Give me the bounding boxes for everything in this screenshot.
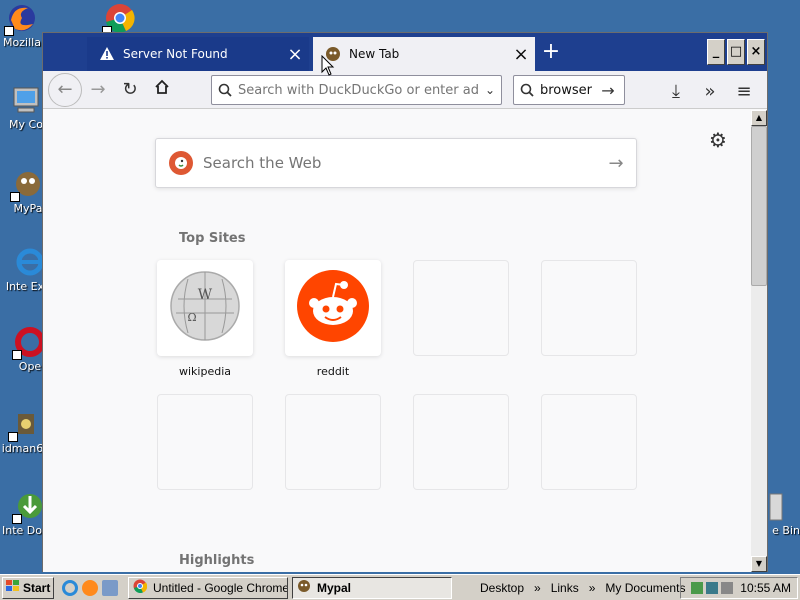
- arrow-left-icon: ←: [57, 79, 73, 100]
- double-chevron-icon[interactable]: »: [534, 581, 541, 595]
- menu-button[interactable]: ≡: [729, 75, 759, 107]
- navigation-toolbar: ← → ↻ ⌄ → ⤓ » ≡: [43, 71, 767, 109]
- tab-close-icon[interactable]: ×: [507, 44, 535, 65]
- window-controls: _ □ ×: [707, 39, 765, 65]
- minimize-button[interactable]: _: [707, 39, 725, 65]
- tray-app-icon[interactable]: [706, 582, 719, 594]
- maximize-button[interactable]: □: [727, 39, 745, 65]
- close-window-button[interactable]: ×: [747, 39, 765, 65]
- hamburger-icon: ≡: [736, 80, 752, 102]
- browser-window: Server Not Found × New Tab × + _ □ × ← →…: [42, 32, 768, 572]
- task-label: Mypal: [317, 580, 352, 595]
- task-label: Untitled - Google Chrome: [153, 580, 288, 595]
- tray-network-icon[interactable]: [691, 582, 704, 594]
- mypal-icon: [10, 168, 44, 202]
- web-search-box[interactable]: →: [155, 138, 637, 188]
- tab-new-tab[interactable]: New Tab ×: [313, 37, 535, 71]
- internet-explorer-icon[interactable]: [62, 579, 78, 596]
- reload-icon: ↻: [122, 79, 138, 100]
- arrow-right-icon[interactable]: →: [596, 153, 636, 174]
- system-tray: 10:55 AM: [680, 577, 798, 599]
- warning-icon: [99, 46, 115, 62]
- back-button[interactable]: ←: [48, 72, 82, 107]
- chevron-down-icon[interactable]: ⌄: [479, 83, 501, 97]
- settings-icon[interactable]: [102, 579, 118, 596]
- recycle-bin-icon: [768, 490, 784, 522]
- url-bar[interactable]: ⌄: [211, 75, 502, 105]
- tab-close-icon[interactable]: ×: [281, 44, 309, 65]
- search-icon: [212, 83, 238, 97]
- top-site-empty: [541, 394, 637, 490]
- quick-launch: [62, 579, 128, 596]
- double-chevron-icon: »: [704, 80, 716, 102]
- tab-title: New Tab: [349, 47, 400, 61]
- downloads-button[interactable]: ⤓: [661, 75, 691, 107]
- tab-server-not-found[interactable]: Server Not Found ×: [87, 37, 309, 71]
- start-label: Start: [23, 580, 51, 595]
- top-site-empty: [413, 394, 509, 490]
- desktop-icon-chrome[interactable]: [90, 2, 150, 36]
- top-site-reddit[interactable]: [285, 260, 381, 356]
- task-google-chrome[interactable]: Untitled - Google Chrome: [128, 576, 288, 599]
- search-go-button[interactable]: →: [594, 81, 622, 100]
- firefox-icon[interactable]: [82, 579, 98, 596]
- toolbar-link-desktop[interactable]: Desktop: [480, 581, 524, 595]
- start-button[interactable]: Start: [2, 576, 54, 599]
- tab-title: Server Not Found: [123, 47, 228, 61]
- reddit-icon: [296, 269, 370, 347]
- installer-icon: [8, 408, 42, 442]
- computer-icon: [10, 84, 42, 116]
- tray-volume-icon[interactable]: [721, 582, 734, 594]
- toolbar-link-links[interactable]: Links: [551, 581, 579, 595]
- search-icon: [514, 83, 540, 97]
- chrome-icon: [133, 579, 148, 596]
- toolbar-right: ⤓ » ≡: [661, 75, 759, 107]
- clock: 10:55 AM: [740, 581, 791, 595]
- scroll-down-icon[interactable]: ▼: [751, 556, 767, 572]
- scroll-up-icon[interactable]: ▲: [751, 110, 767, 126]
- top-site-empty: [541, 260, 637, 356]
- new-tab-button[interactable]: +: [539, 37, 563, 67]
- download-icon: ⤓: [672, 80, 680, 102]
- task-mypal[interactable]: Mypal: [292, 576, 452, 599]
- forward-button[interactable]: →: [82, 74, 114, 106]
- mouse-cursor-icon: [321, 54, 335, 81]
- windows-logo-icon: [6, 580, 20, 595]
- taskbar: Start Untitled - Google Chrome Mypal Des…: [0, 574, 800, 600]
- mypal-icon: [297, 579, 311, 596]
- tab-bar: Server Not Found × New Tab × + _ □ ×: [43, 33, 767, 71]
- toolbar-link-my-documents[interactable]: My Documents: [605, 581, 685, 595]
- double-chevron-icon[interactable]: »: [589, 581, 596, 595]
- gear-icon[interactable]: ⚙: [709, 128, 727, 152]
- top-site-label: wikipedia: [178, 365, 231, 378]
- overflow-button[interactable]: »: [695, 75, 725, 107]
- top-site-empty: [157, 394, 253, 490]
- highlights-heading: Highlights: [179, 553, 255, 568]
- top-site-empty: [285, 394, 381, 490]
- home-button[interactable]: [146, 74, 178, 106]
- svg-text:W: W: [198, 287, 213, 303]
- search-bar[interactable]: →: [513, 75, 625, 105]
- chrome-icon: [102, 2, 136, 36]
- home-icon: [154, 79, 170, 100]
- wikipedia-icon: WΩ: [168, 269, 242, 347]
- duckduckgo-icon: [169, 151, 193, 175]
- search-input[interactable]: [540, 82, 594, 98]
- url-input[interactable]: [238, 82, 479, 98]
- links-toolbar: Desktop » Links » My Documents »: [480, 575, 702, 600]
- arrow-right-icon: →: [90, 79, 106, 100]
- top-site-wikipedia[interactable]: WΩ: [157, 260, 253, 356]
- new-tab-page: ⚙ → Top Sites WΩ wikipedia reddit Highli…: [43, 110, 751, 572]
- top-sites-heading: Top Sites: [179, 231, 246, 246]
- top-site-label: reddit: [316, 365, 350, 378]
- scroll-thumb[interactable]: [751, 126, 767, 286]
- firefox-icon: [4, 2, 38, 36]
- svg-text:Ω: Ω: [187, 311, 196, 324]
- top-site-empty: [413, 260, 509, 356]
- vertical-scrollbar[interactable]: ▲ ▼: [751, 110, 767, 572]
- reload-button[interactable]: ↻: [114, 74, 146, 106]
- web-search-input[interactable]: [203, 154, 596, 172]
